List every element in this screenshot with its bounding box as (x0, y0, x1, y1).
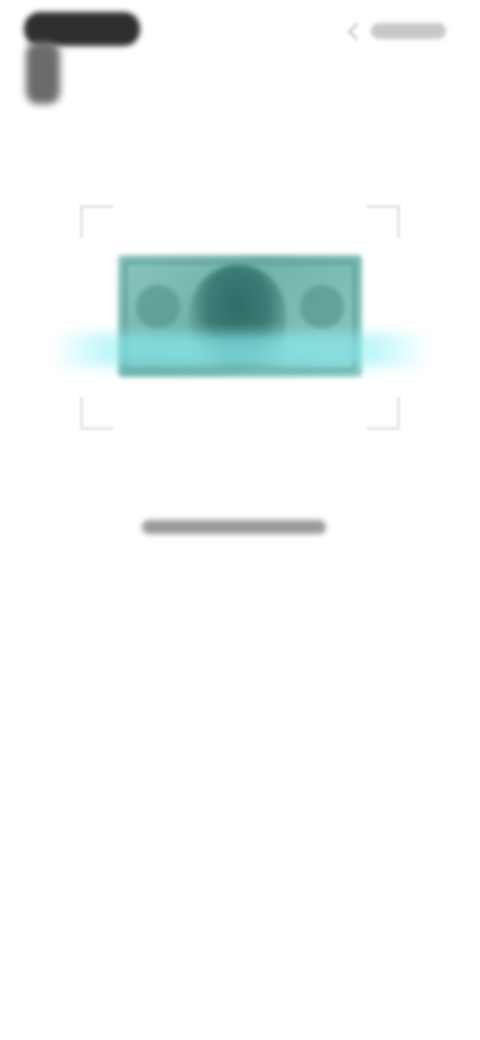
logo-mark-top (24, 12, 140, 46)
scanner-corner-bottom-left (80, 397, 113, 430)
top-right-control[interactable] (347, 20, 446, 42)
scan-line (50, 333, 430, 367)
top-right-label (371, 23, 446, 39)
scan-instruction-text (142, 520, 326, 534)
scanner-corner-top-right (367, 205, 400, 238)
scanner-corner-bottom-right (367, 397, 400, 430)
banknote-seal-left (136, 285, 180, 329)
logo-mark-stem (26, 42, 60, 104)
chevron-left-icon (347, 21, 366, 41)
banknote-seal-right (300, 285, 344, 329)
scan-screen (0, 0, 480, 1040)
scanner-frame (50, 205, 430, 430)
scan-instruction (142, 516, 326, 538)
app-logo-icon (24, 12, 142, 104)
scanner-corner-top-left (80, 205, 113, 238)
